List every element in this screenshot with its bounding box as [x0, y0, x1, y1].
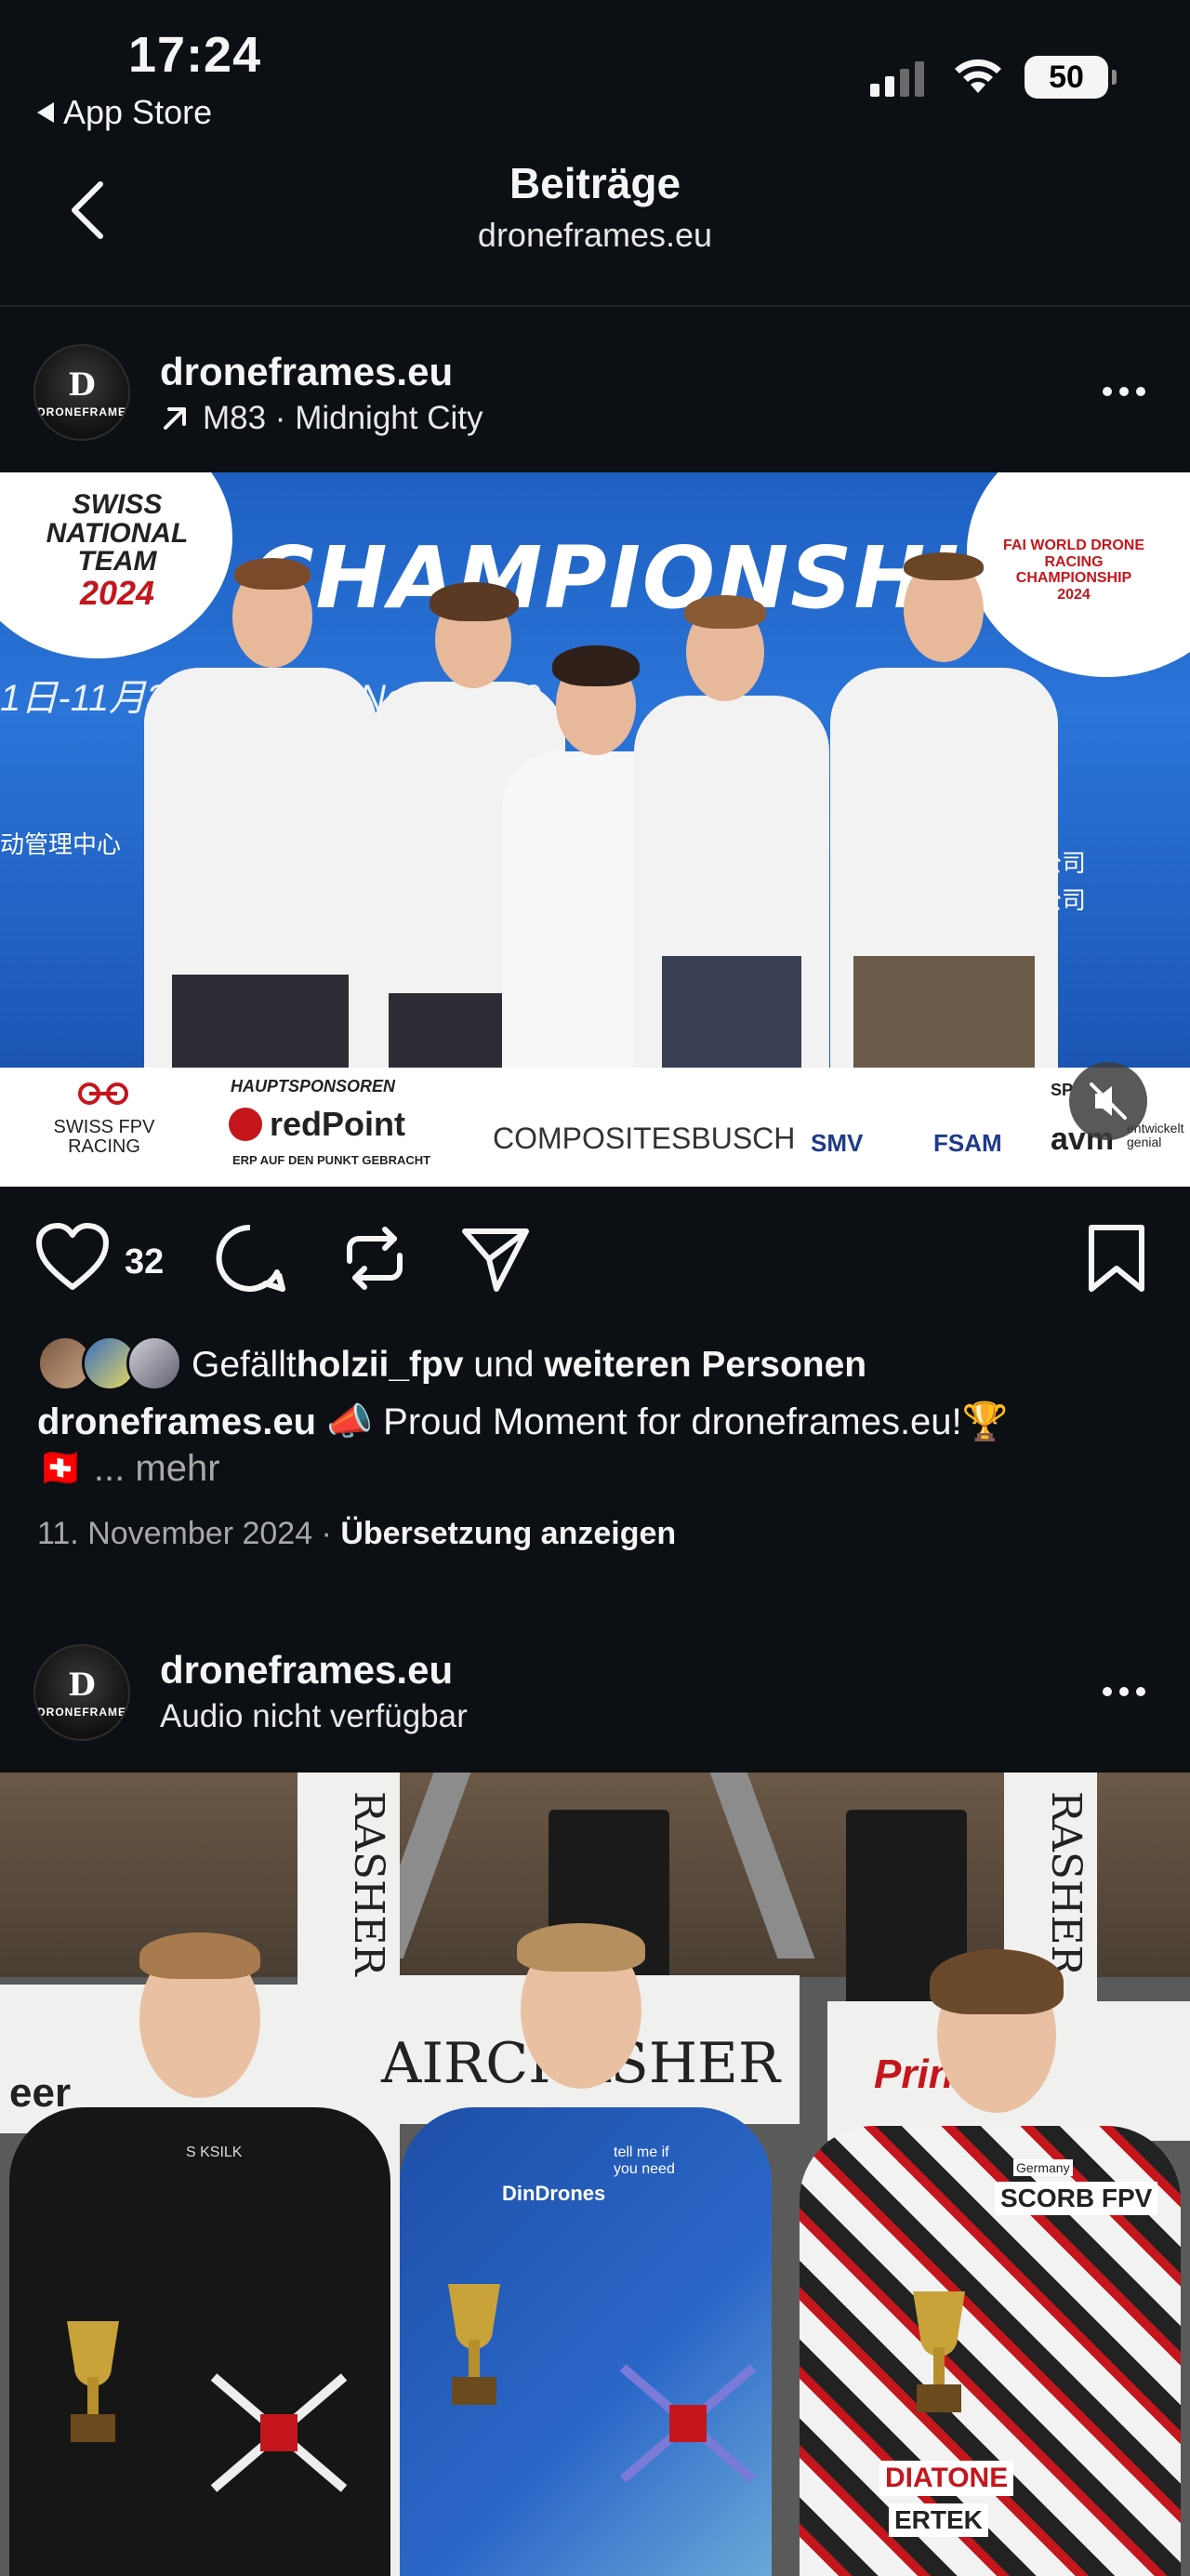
avatar-logo-text: DRONEFRAME — [37, 1706, 126, 1719]
avatar — [126, 1335, 182, 1391]
sponsor-strip: SWISS FPV RACING HAUPTSPONSOREN redPoint… — [0, 1068, 1190, 1187]
trophy-icon — [448, 2284, 500, 2405]
side-banner-text: RASHER — [345, 1791, 392, 1976]
liker-avatars — [37, 1335, 186, 1395]
post-actions: 32 — [0, 1218, 1190, 1302]
jersey-slogan: tell me if you need — [614, 2144, 675, 2177]
caption-flag: 🇨🇭 — [37, 1448, 84, 1489]
post-username[interactable]: droneframes.eu — [160, 1648, 453, 1693]
audio-label: M83 · Midnight City — [203, 400, 483, 436]
post-date-line: 11. November 2024 · Übersetzung anzeigen — [37, 1516, 676, 1552]
share-icon[interactable] — [459, 1222, 532, 1295]
date-separator: · — [312, 1516, 341, 1551]
heart-icon[interactable] — [35, 1222, 110, 1293]
more-options-icon[interactable] — [1103, 387, 1145, 396]
more-options-icon[interactable] — [1103, 1687, 1145, 1696]
nav-bar: Beiträge droneframes.eu — [0, 139, 1190, 307]
liked-by-middle: und — [463, 1345, 545, 1385]
jersey3-text: SCORB FPV — [995, 2182, 1158, 2215]
redpoint-icon — [229, 1108, 262, 1141]
smv-logo: SMV — [811, 1129, 864, 1157]
like-count[interactable]: 32 — [125, 1242, 164, 1282]
caption-more-link[interactable]: ... mehr — [84, 1448, 220, 1489]
fsam-logo: FSAM — [933, 1129, 1002, 1157]
redpoint-tagline: ERP AUF DEN PUNKT GEBRACHT — [232, 1153, 431, 1167]
jersey3-sponsor: DIATONE — [879, 2461, 1014, 2496]
jersey3-sponsor2: ERTEK — [889, 2503, 988, 2537]
battery-icon: 50 — [1025, 56, 1117, 99]
wifi-icon — [955, 59, 1001, 93]
liked-by-user[interactable]: holzii_fpv — [297, 1345, 464, 1386]
drone-icon — [210, 2373, 348, 2492]
post-caption: droneframes.eu 📣 Proud Moment for dronef… — [37, 1399, 1153, 1492]
hoodie-text: S KSILK — [186, 2144, 243, 2160]
arrow-up-right-icon — [164, 407, 186, 430]
caption-username[interactable]: droneframes.eu — [37, 1401, 316, 1442]
avatar[interactable]: D DRONEFRAME — [33, 1644, 130, 1741]
back-to-app-store[interactable]: App Store — [37, 93, 212, 132]
cellular-signal-icon — [870, 58, 924, 97]
post-date: 11. November 2024 — [37, 1516, 313, 1551]
swiss-fpv-logo — [33, 1079, 173, 1116]
liked-by-rest[interactable]: weiteren Personen — [544, 1345, 866, 1386]
drone-icon — [619, 2364, 757, 2483]
battery-level: 50 — [1049, 59, 1084, 95]
jersey3-country: Germany — [1013, 2159, 1073, 2176]
audio-link[interactable]: M83 · Midnight City — [160, 400, 483, 437]
swiss-team-text: SWISS NATIONAL TEAM 2024 — [46, 489, 189, 612]
compositesbusch-logo: COMPOSITESBUSCH — [493, 1122, 796, 1155]
back-triangle-icon — [37, 102, 54, 123]
status-time: 17:24 — [128, 27, 262, 83]
post-image[interactable]: RASHER RASHER eer AIRCRASHER Printer S K… — [0, 1773, 1190, 2576]
jersey-brand: DinDrones — [502, 2182, 606, 2205]
comment-icon[interactable] — [214, 1222, 286, 1295]
post-header: D DRONEFRAME droneframes.eu Audio nicht … — [0, 1607, 1190, 1774]
repost-icon[interactable] — [338, 1222, 411, 1295]
status-bar: 17:24 App Store 50 — [0, 0, 1190, 139]
swiss-fpv-text: SWISS FPV RACING — [53, 1117, 155, 1157]
caption-text: 📣 Proud Moment for droneframes.eu!🏆 — [316, 1401, 1009, 1442]
sponsors-heading: HAUPTSPONSOREN — [231, 1077, 396, 1095]
translate-link[interactable]: Übersetzung anzeigen — [340, 1516, 676, 1551]
liked-by-prefix: Gefällt — [192, 1345, 297, 1385]
avatar-logo-text: DRONEFRAME — [37, 405, 126, 418]
bookmark-icon[interactable] — [1084, 1222, 1149, 1295]
trophy-icon — [67, 2321, 119, 2442]
post-username[interactable]: droneframes.eu — [160, 350, 453, 394]
page-title: Beiträge — [509, 159, 681, 207]
redpoint-logo: redPoint — [229, 1105, 405, 1144]
trophy-icon — [913, 2291, 965, 2412]
avatar[interactable]: D DRONEFRAME — [33, 344, 130, 441]
banner-chinese-left: 动管理中心 — [0, 830, 122, 858]
side-banner-text: RASHER — [1042, 1791, 1090, 1976]
page-subtitle: droneframes.eu — [477, 216, 713, 254]
speaker-muted-icon — [1090, 1082, 1127, 1120]
liked-by-line[interactable]: Gefällt holzii_fpv und weiteren Personen — [37, 1335, 866, 1395]
post-image[interactable]: CHAMPIONSHIPS 1日-11月3日 ber 31st Nov 3rd … — [0, 472, 1190, 1187]
mute-button[interactable] — [1069, 1062, 1147, 1140]
post-header: D DRONEFRAME droneframes.eu M83 · Midnig… — [0, 307, 1190, 474]
back-app-label: App Store — [63, 93, 213, 131]
fai-badge-text: FAI WORLD DRONE RACING CHAMPIONSHIP 2024 — [1003, 538, 1144, 603]
audio-label: Audio nicht verfügbar — [160, 1698, 468, 1734]
